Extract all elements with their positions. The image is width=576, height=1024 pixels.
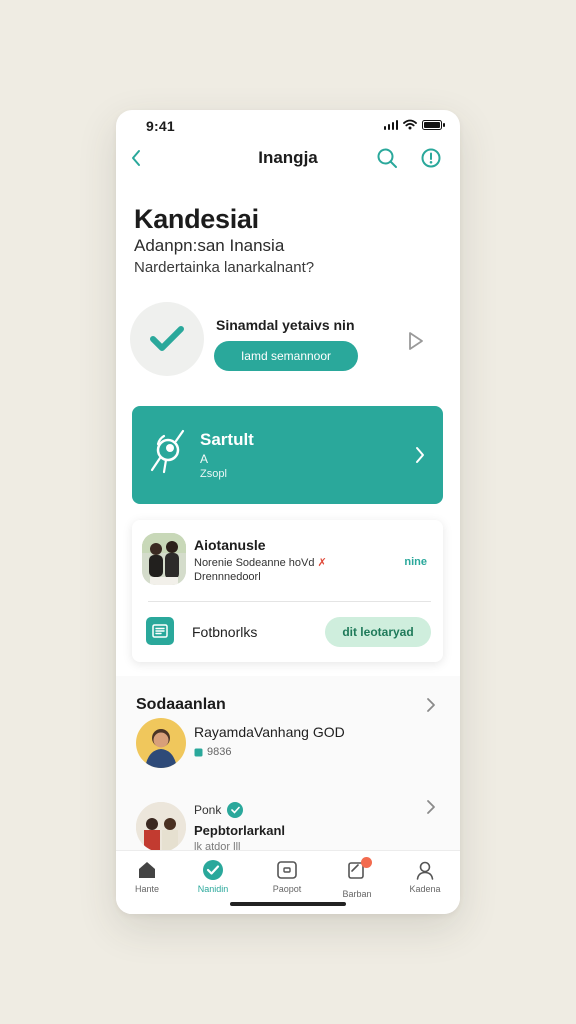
status-icons — [383, 119, 445, 130]
page-title: Kandesiai — [134, 204, 259, 234]
section-title: Sodaaanlan — [136, 696, 226, 713]
camera-icon — [277, 861, 297, 879]
verified-badge-icon — [227, 802, 244, 818]
list-item-label: Ponk — [194, 802, 244, 818]
list-item-meta: 9836 — [194, 746, 231, 758]
verify-title: Sinamdal yetaivs nin — [216, 317, 355, 333]
tab-notes[interactable]: Barban — [323, 857, 391, 899]
list-icon — [146, 617, 174, 645]
profile-icon — [416, 861, 434, 880]
divider — [148, 601, 431, 602]
play-icon — [409, 332, 423, 350]
page-question: Nardertainka lanarkalnant? — [134, 259, 315, 276]
chevron-right-icon[interactable] — [426, 799, 436, 815]
tab-verify[interactable]: Nanidin — [179, 859, 247, 894]
tab-profile[interactable]: Kadena — [391, 859, 459, 894]
warning-mark: ✗ — [317, 557, 327, 569]
chevron-right-icon[interactable] — [426, 697, 436, 713]
tab-home[interactable]: Hante — [116, 859, 181, 894]
card-link[interactable]: nine — [404, 556, 427, 568]
verified-badge — [130, 302, 204, 376]
page-subtitle: Adanpn:san Inansia — [134, 236, 285, 255]
check-badge-icon — [203, 860, 223, 880]
info-icon — [421, 148, 441, 168]
banner-line2: Zsopl — [200, 468, 227, 480]
info-button[interactable] — [418, 145, 444, 171]
notification-dot — [361, 857, 372, 868]
home-indicator — [230, 902, 346, 906]
card-name: Aiotanusle — [194, 537, 266, 553]
chevron-right-icon — [416, 447, 424, 463]
feature-label: Fotbnorlks — [192, 624, 258, 640]
search-icon — [377, 148, 397, 168]
banner-title: Sartult — [200, 430, 254, 449]
status-time: 9:41 — [146, 118, 175, 134]
verify-button[interactable]: Iamd semannoor — [214, 341, 358, 371]
card-description: Norenie Sodeanne hoVd ✗ — [194, 557, 327, 569]
list-item-title[interactable]: Pepbtorlarkanl — [194, 823, 285, 838]
promo-banner[interactable]: Sartult A Zsopl — [132, 406, 443, 504]
search-button[interactable] — [374, 145, 400, 171]
banner-line1: A — [200, 452, 209, 466]
list-item-title[interactable]: RayamdaVanhang GOD — [194, 724, 345, 740]
people-photo — [142, 533, 186, 585]
tab-camera[interactable]: Paopot — [253, 859, 321, 894]
play-button[interactable] — [404, 329, 428, 353]
phone-screen: 9:41 Inangja Kandesiai Adanpn:san Inansi… — [116, 110, 460, 914]
checkmark-icon — [150, 326, 184, 351]
battery-icon — [422, 119, 445, 130]
signal-icon — [383, 119, 398, 130]
avatar[interactable] — [136, 802, 186, 852]
tag-icon — [194, 748, 203, 756]
satellite-icon — [150, 429, 185, 474]
avatar-group[interactable] — [142, 533, 186, 585]
card-detail: Drennnedoorl — [194, 571, 261, 583]
nav-title: Inangja — [258, 148, 318, 167]
feature-pill-button[interactable]: dit leotaryad — [325, 617, 431, 647]
home-icon — [139, 862, 155, 878]
wifi-icon — [403, 119, 417, 130]
avatar[interactable] — [136, 718, 186, 768]
activity-card: Aiotanusle Norenie Sodeanne hoVd ✗ Drenn… — [132, 520, 443, 662]
